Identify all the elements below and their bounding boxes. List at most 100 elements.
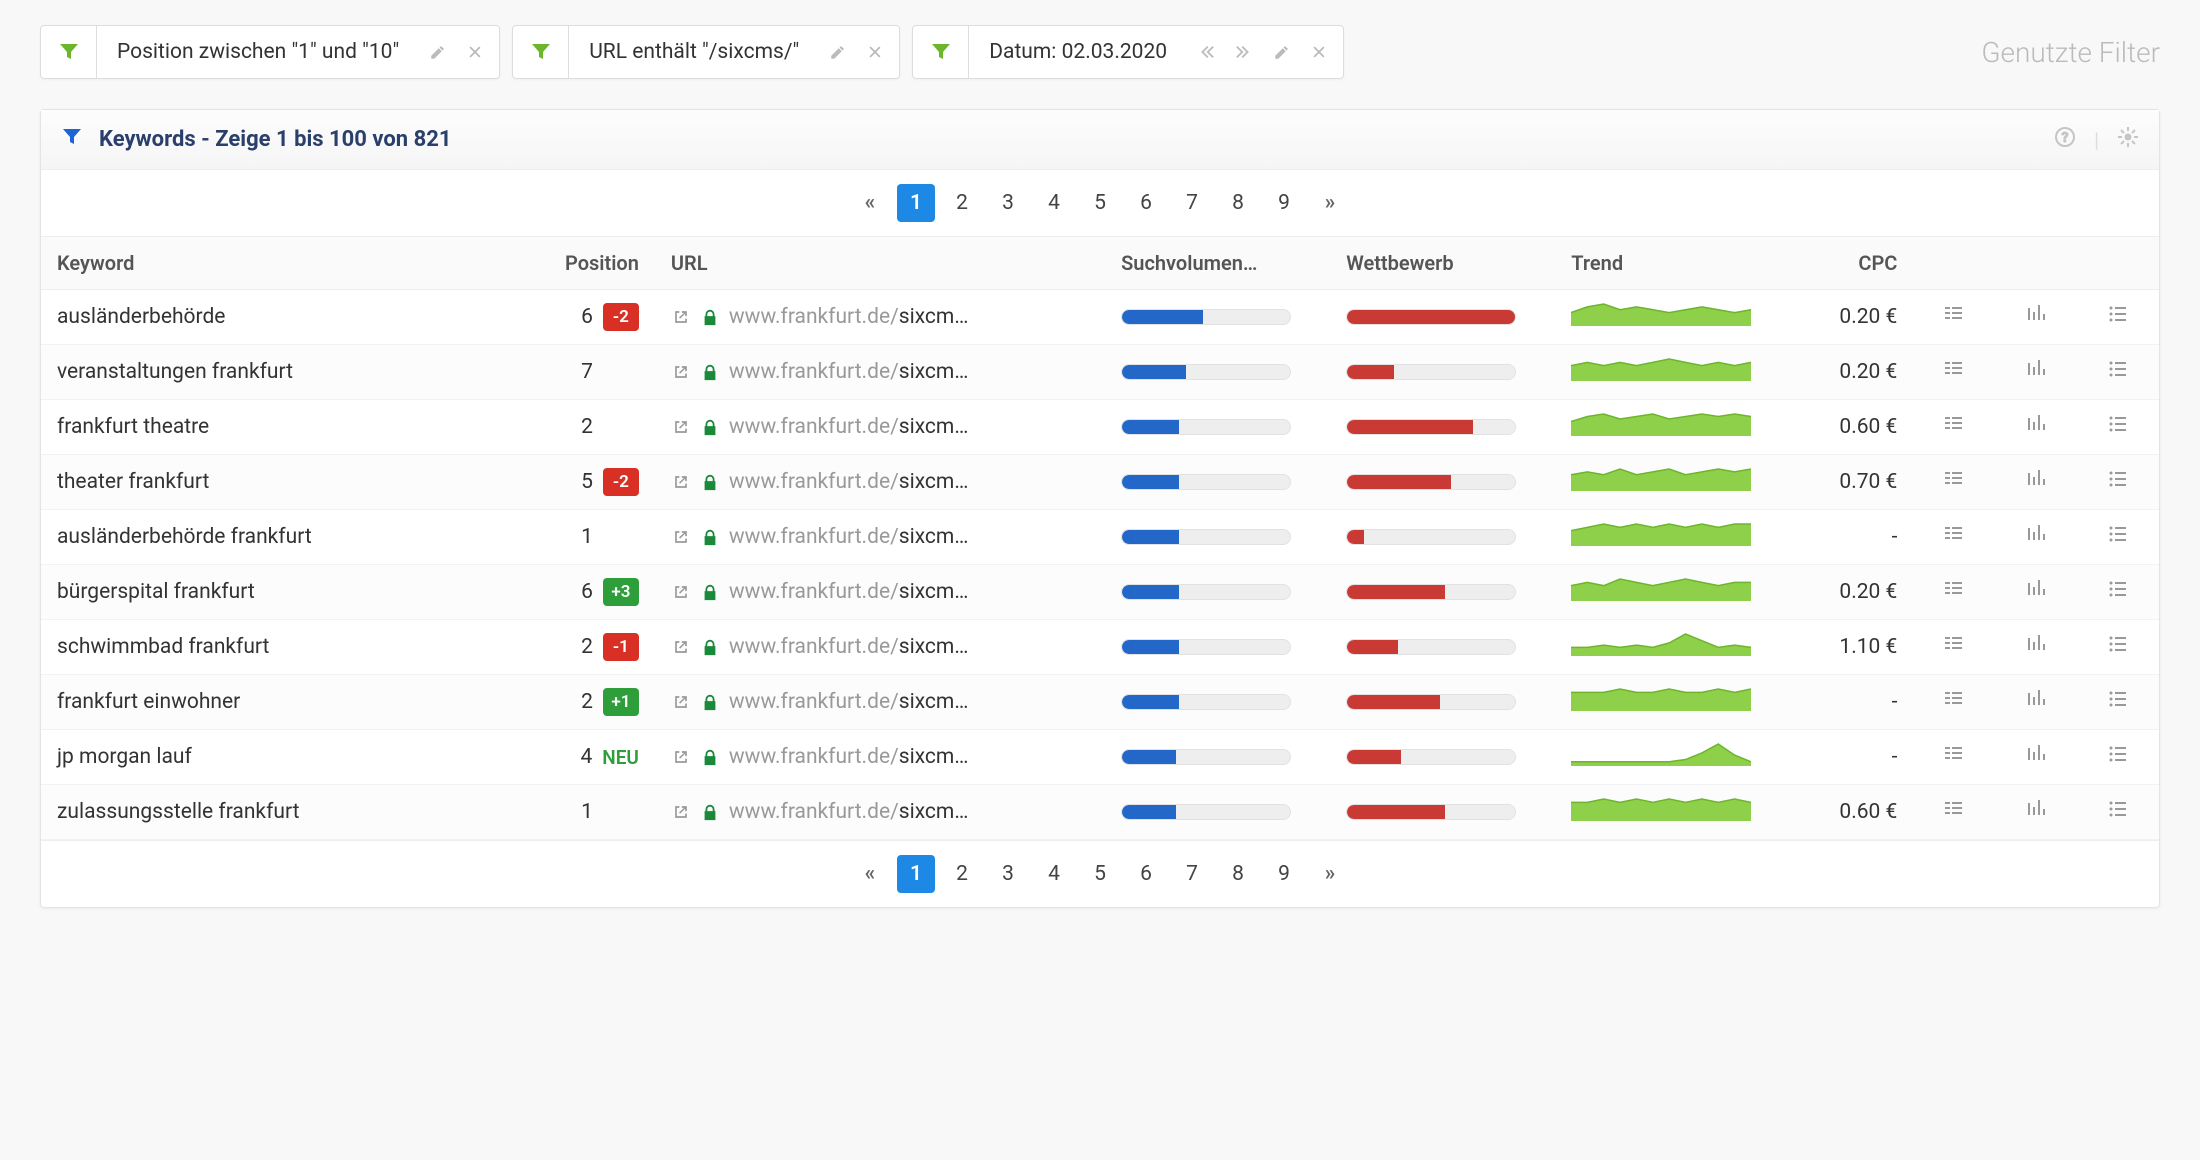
external-link-icon[interactable] [671,527,691,547]
keyword-cell[interactable]: veranstaltungen frankfurt [41,345,471,400]
page-first[interactable]: « [851,184,889,222]
chart-icon[interactable] [2024,687,2048,711]
keyword-cell[interactable]: frankfurt einwohner [41,675,471,730]
close-icon[interactable] [1301,44,1343,60]
page-1[interactable]: 1 [897,184,935,222]
url-text[interactable]: www.frankfurt.de/sixcm… [729,470,968,494]
page-7[interactable]: 7 [1173,855,1211,893]
help-icon[interactable] [2054,126,2076,153]
external-link-icon[interactable] [671,417,691,437]
url-text[interactable]: www.frankfurt.de/sixcm… [729,525,968,549]
chart-icon[interactable] [2024,357,2048,381]
detail-icon[interactable] [1942,357,1966,381]
page-3[interactable]: 3 [989,184,1027,222]
url-text[interactable]: www.frankfurt.de/sixcm… [729,635,968,659]
gear-icon[interactable] [2117,126,2139,153]
list-icon[interactable] [2106,577,2130,601]
page-6[interactable]: 6 [1127,855,1165,893]
external-link-icon[interactable] [671,582,691,602]
edit-icon[interactable] [819,43,857,61]
page-8[interactable]: 8 [1219,184,1257,222]
cpc-value: 0.60 € [1780,400,1913,455]
page-9[interactable]: 9 [1265,855,1303,893]
page-first[interactable]: « [851,855,889,893]
edit-icon[interactable] [1263,43,1301,61]
page-6[interactable]: 6 [1127,184,1165,222]
keyword-cell[interactable]: zulassungsstelle frankfurt [41,785,471,840]
edit-icon[interactable] [419,43,457,61]
external-link-icon[interactable] [671,472,691,492]
external-link-icon[interactable] [671,637,691,657]
close-icon[interactable] [857,44,899,60]
chart-icon[interactable] [2024,742,2048,766]
keyword-cell[interactable]: schwimmbad frankfurt [41,620,471,675]
url-text[interactable]: www.frankfurt.de/sixcm… [729,690,968,714]
chart-icon[interactable] [2024,467,2048,491]
list-icon[interactable] [2106,302,2130,326]
detail-icon[interactable] [1942,632,1966,656]
page-9[interactable]: 9 [1265,184,1303,222]
page-3[interactable]: 3 [989,855,1027,893]
external-link-icon[interactable] [671,802,691,822]
external-link-icon[interactable] [671,307,691,327]
external-link-icon[interactable] [671,692,691,712]
page-4[interactable]: 4 [1035,855,1073,893]
page-2[interactable]: 2 [943,184,981,222]
col-position[interactable]: Position [471,237,655,290]
page-5[interactable]: 5 [1081,855,1119,893]
list-icon[interactable] [2106,412,2130,436]
external-link-icon[interactable] [671,747,691,767]
detail-icon[interactable] [1942,742,1966,766]
detail-icon[interactable] [1942,522,1966,546]
chart-icon[interactable] [2024,302,2048,326]
keyword-cell[interactable]: bürgerspital frankfurt [41,565,471,620]
chart-icon[interactable] [2024,632,2048,656]
page-8[interactable]: 8 [1219,855,1257,893]
page-4[interactable]: 4 [1035,184,1073,222]
external-link-icon[interactable] [671,362,691,382]
list-icon[interactable] [2106,467,2130,491]
page-last[interactable]: » [1311,184,1349,222]
list-icon[interactable] [2106,522,2130,546]
close-icon[interactable] [457,44,499,60]
list-icon[interactable] [2106,357,2130,381]
url-text[interactable]: www.frankfurt.de/sixcm… [729,360,968,384]
detail-icon[interactable] [1942,467,1966,491]
col-volume[interactable]: Suchvolumen… [1105,237,1330,290]
col-trend[interactable]: Trend [1555,237,1780,290]
col-competition[interactable]: Wettbewerb [1330,237,1555,290]
keyword-cell[interactable]: frankfurt theatre [41,400,471,455]
detail-icon[interactable] [1942,412,1966,436]
list-icon[interactable] [2106,742,2130,766]
url-text[interactable]: www.frankfurt.de/sixcm… [729,305,968,329]
list-icon[interactable] [2106,797,2130,821]
url-text[interactable]: www.frankfurt.de/sixcm… [729,580,968,604]
detail-icon[interactable] [1942,687,1966,711]
page-last[interactable]: » [1311,855,1349,893]
page-5[interactable]: 5 [1081,184,1119,222]
page-1[interactable]: 1 [897,855,935,893]
chart-icon[interactable] [2024,577,2048,601]
date-next-icon[interactable] [1225,43,1263,61]
col-url[interactable]: URL [655,237,1105,290]
list-icon[interactable] [2106,632,2130,656]
detail-icon[interactable] [1942,577,1966,601]
url-text[interactable]: www.frankfurt.de/sixcm… [729,745,968,769]
url-text[interactable]: www.frankfurt.de/sixcm… [729,800,968,824]
url-text[interactable]: www.frankfurt.de/sixcm… [729,415,968,439]
detail-icon[interactable] [1942,302,1966,326]
chart-icon[interactable] [2024,412,2048,436]
chart-icon[interactable] [2024,522,2048,546]
keyword-cell[interactable]: ausländerbehörde [41,290,471,345]
col-keyword[interactable]: Keyword [41,237,471,290]
keyword-cell[interactable]: jp morgan lauf [41,730,471,785]
page-2[interactable]: 2 [943,855,981,893]
col-cpc[interactable]: CPC [1780,237,1913,290]
date-prev-icon[interactable] [1187,43,1225,61]
list-icon[interactable] [2106,687,2130,711]
detail-icon[interactable] [1942,797,1966,821]
chart-icon[interactable] [2024,797,2048,821]
page-7[interactable]: 7 [1173,184,1211,222]
keyword-cell[interactable]: theater frankfurt [41,455,471,510]
keyword-cell[interactable]: ausländerbehörde frankfurt [41,510,471,565]
